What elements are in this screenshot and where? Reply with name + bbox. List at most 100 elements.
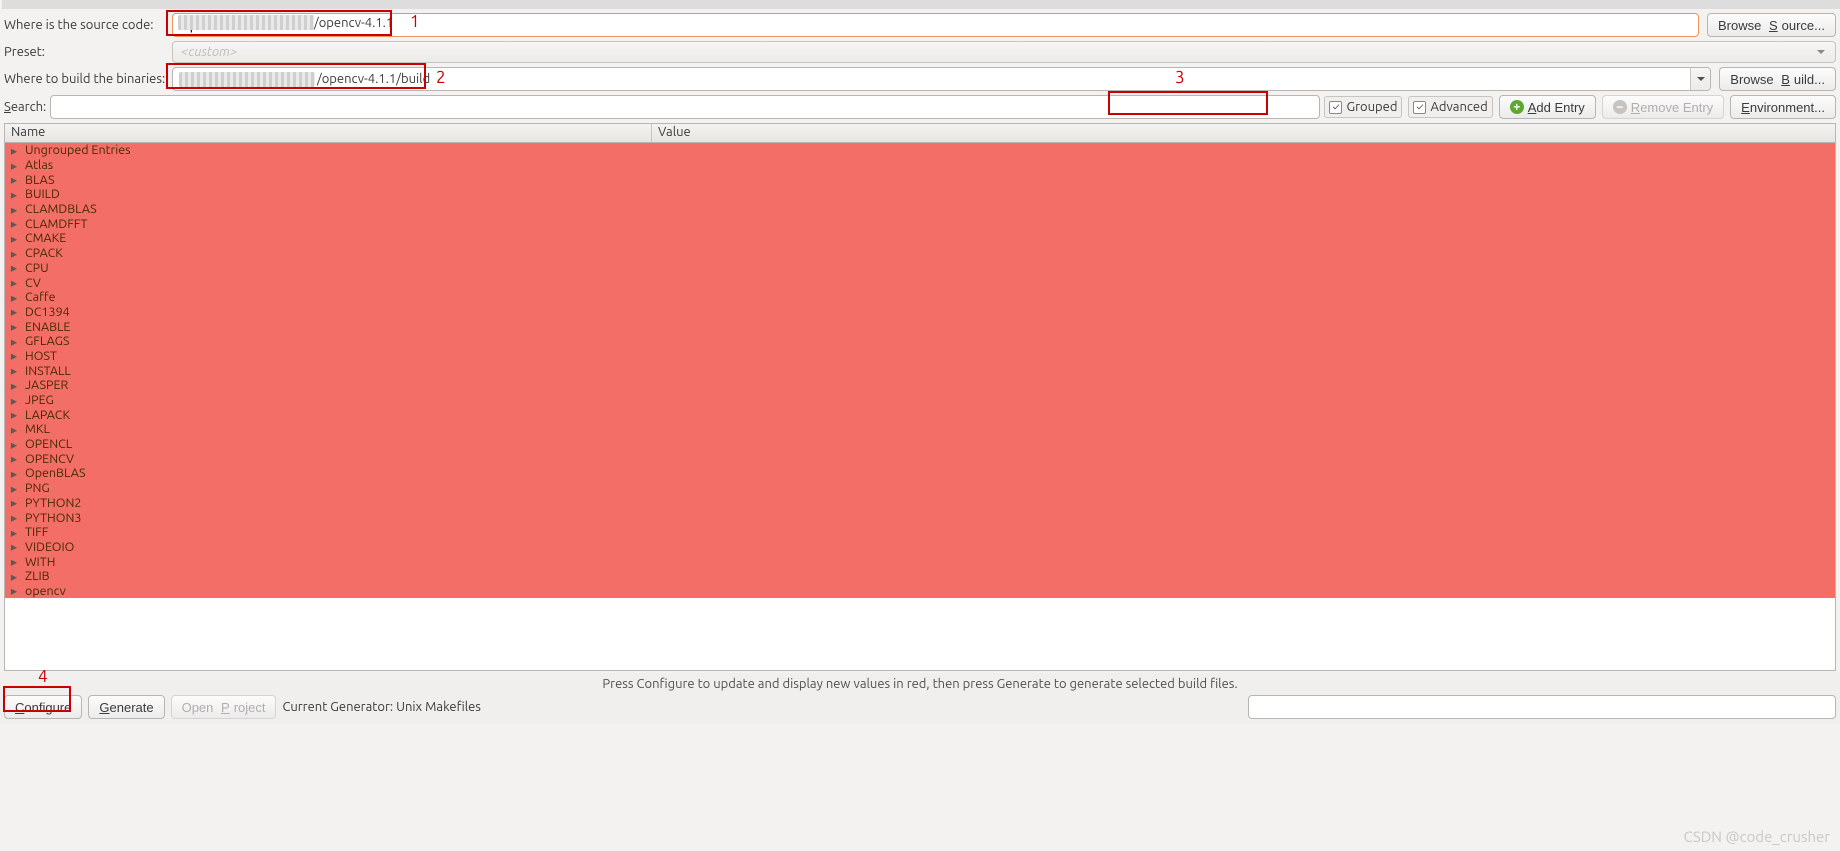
bottom-filter-input[interactable] [1248, 695, 1836, 719]
expand-icon[interactable]: ▸ [7, 451, 21, 466]
expand-icon[interactable]: ▸ [7, 510, 21, 525]
expand-icon[interactable]: ▸ [7, 481, 21, 496]
expand-icon[interactable]: ▸ [7, 407, 21, 422]
group-name-cell: CMAKE [21, 231, 648, 245]
table-row[interactable]: ▸PNG [5, 481, 1835, 496]
expand-icon[interactable]: ▸ [7, 437, 21, 452]
table-row[interactable]: ▸JASPER [5, 378, 1835, 393]
table-row[interactable]: ▸CPACK [5, 246, 1835, 261]
table-row[interactable]: ▸HOST [5, 349, 1835, 364]
table-row[interactable]: ▸PYTHON3 [5, 510, 1835, 525]
table-row[interactable]: ▸GFLAGS [5, 334, 1835, 349]
expand-icon[interactable]: ▸ [7, 466, 21, 481]
expand-icon[interactable]: ▸ [7, 187, 21, 202]
table-row[interactable]: ▸TIFF [5, 525, 1835, 540]
browse-source-button[interactable]: Browse Source... [1707, 13, 1836, 37]
table-row[interactable]: ▸VIDEOIO [5, 540, 1835, 555]
search-input[interactable] [50, 95, 1320, 119]
expand-icon[interactable]: ▸ [7, 363, 21, 378]
plus-icon: + [1510, 100, 1524, 114]
table-row[interactable]: ▸CLAMDFFT [5, 216, 1835, 231]
browse-build-button[interactable]: Browse Build... [1719, 67, 1836, 91]
expand-icon[interactable]: ▸ [7, 260, 21, 275]
table-row[interactable]: ▸CPU [5, 261, 1835, 276]
group-name-cell: VIDEOIO [21, 540, 648, 554]
preset-combo[interactable]: <custom> [172, 41, 1836, 63]
generate-button[interactable]: Generate [88, 695, 164, 719]
build-path-combo[interactable]: /opencv-4.1.1/build [172, 67, 1711, 91]
expand-icon[interactable]: ▸ [7, 172, 21, 187]
expand-icon[interactable]: ▸ [7, 143, 21, 158]
source-code-label: Where is the source code: [4, 18, 164, 32]
group-name-cell: DC1394 [21, 305, 648, 319]
group-name-cell: OPENCV [21, 452, 648, 466]
table-row[interactable]: ▸CMAKE [5, 231, 1835, 246]
table-row[interactable]: ▸JPEG [5, 393, 1835, 408]
table-row[interactable]: ▸CLAMDBLAS [5, 202, 1835, 217]
table-row[interactable]: ▸MKL [5, 422, 1835, 437]
configure-button[interactable]: Configure [4, 695, 82, 719]
instruction-message: Press Configure to update and display ne… [0, 673, 1840, 693]
build-path-dropdown-button[interactable] [1690, 68, 1710, 90]
source-code-input[interactable] [172, 13, 1699, 37]
table-row[interactable]: ▸PYTHON2 [5, 496, 1835, 511]
table-row[interactable]: ▸CV [5, 275, 1835, 290]
expand-icon[interactable]: ▸ [7, 216, 21, 231]
table-row[interactable]: ▸LAPACK [5, 407, 1835, 422]
preset-placeholder: <custom> [181, 45, 237, 59]
table-row[interactable]: ▸Ungrouped Entries [5, 143, 1835, 158]
table-row[interactable]: ▸INSTALL [5, 363, 1835, 378]
table-row[interactable]: ▸OPENCL [5, 437, 1835, 452]
source-code-input-wrap: /opencv-4.1.1 [172, 13, 1699, 37]
expand-icon[interactable]: ▸ [7, 569, 21, 584]
expand-icon[interactable]: ▸ [7, 539, 21, 554]
add-entry-button[interactable]: + Add Entry [1499, 95, 1596, 119]
table-row[interactable]: ▸Atlas [5, 158, 1835, 173]
group-name-cell: PYTHON2 [21, 496, 648, 510]
remove-entry-button[interactable]: − Remove Entry [1602, 95, 1724, 119]
group-name-cell: WITH [21, 555, 648, 569]
grouped-checkbox[interactable]: ✓ [1329, 101, 1342, 114]
group-name-cell: BUILD [21, 187, 648, 201]
table-row[interactable]: ▸ZLIB [5, 569, 1835, 584]
table-row[interactable]: ▸OpenBLAS [5, 466, 1835, 481]
column-header-value[interactable]: Value [652, 124, 1835, 142]
advanced-checkbox[interactable]: ✓ [1413, 101, 1426, 114]
group-name-cell: JPEG [21, 393, 648, 407]
column-header-name[interactable]: Name [5, 124, 652, 142]
expand-icon[interactable]: ▸ [7, 348, 21, 363]
table-row[interactable]: ▸BUILD [5, 187, 1835, 202]
expand-icon[interactable]: ▸ [7, 304, 21, 319]
expand-icon[interactable]: ▸ [7, 158, 21, 173]
expand-icon[interactable]: ▸ [7, 422, 21, 437]
expand-icon[interactable]: ▸ [7, 275, 21, 290]
environment-button[interactable]: Environment... [1730, 95, 1836, 119]
cache-table-header: Name Value [5, 124, 1835, 143]
expand-icon[interactable]: ▸ [7, 378, 21, 393]
advanced-checkbox-wrap[interactable]: ✓ Advanced [1408, 96, 1492, 118]
expand-icon[interactable]: ▸ [7, 231, 21, 246]
open-project-button[interactable]: Open Project [171, 695, 277, 719]
expand-icon[interactable]: ▸ [7, 202, 21, 217]
table-row[interactable]: ▸BLAS [5, 172, 1835, 187]
table-row[interactable]: ▸Caffe [5, 290, 1835, 305]
expand-icon[interactable]: ▸ [7, 583, 21, 598]
table-row[interactable]: ▸opencv [5, 584, 1835, 599]
expand-icon[interactable]: ▸ [7, 525, 21, 540]
table-row[interactable]: ▸DC1394 [5, 305, 1835, 320]
expand-icon[interactable]: ▸ [7, 334, 21, 349]
build-path-blurred-prefix [179, 72, 315, 87]
grouped-checkbox-wrap[interactable]: ✓ Grouped [1324, 96, 1402, 118]
expand-icon[interactable]: ▸ [7, 246, 21, 261]
expand-icon[interactable]: ▸ [7, 393, 21, 408]
table-row[interactable]: ▸ENABLE [5, 319, 1835, 334]
expand-icon[interactable]: ▸ [7, 554, 21, 569]
expand-icon[interactable]: ▸ [7, 319, 21, 334]
table-row[interactable]: ▸OPENCV [5, 451, 1835, 466]
group-name-cell: PNG [21, 481, 648, 495]
expand-icon[interactable]: ▸ [7, 495, 21, 510]
group-name-cell: Atlas [21, 158, 648, 172]
table-row[interactable]: ▸WITH [5, 554, 1835, 569]
cache-table-body: ▸Ungrouped Entries▸Atlas▸BLAS▸BUILD▸CLAM… [5, 143, 1835, 598]
expand-icon[interactable]: ▸ [7, 290, 21, 305]
